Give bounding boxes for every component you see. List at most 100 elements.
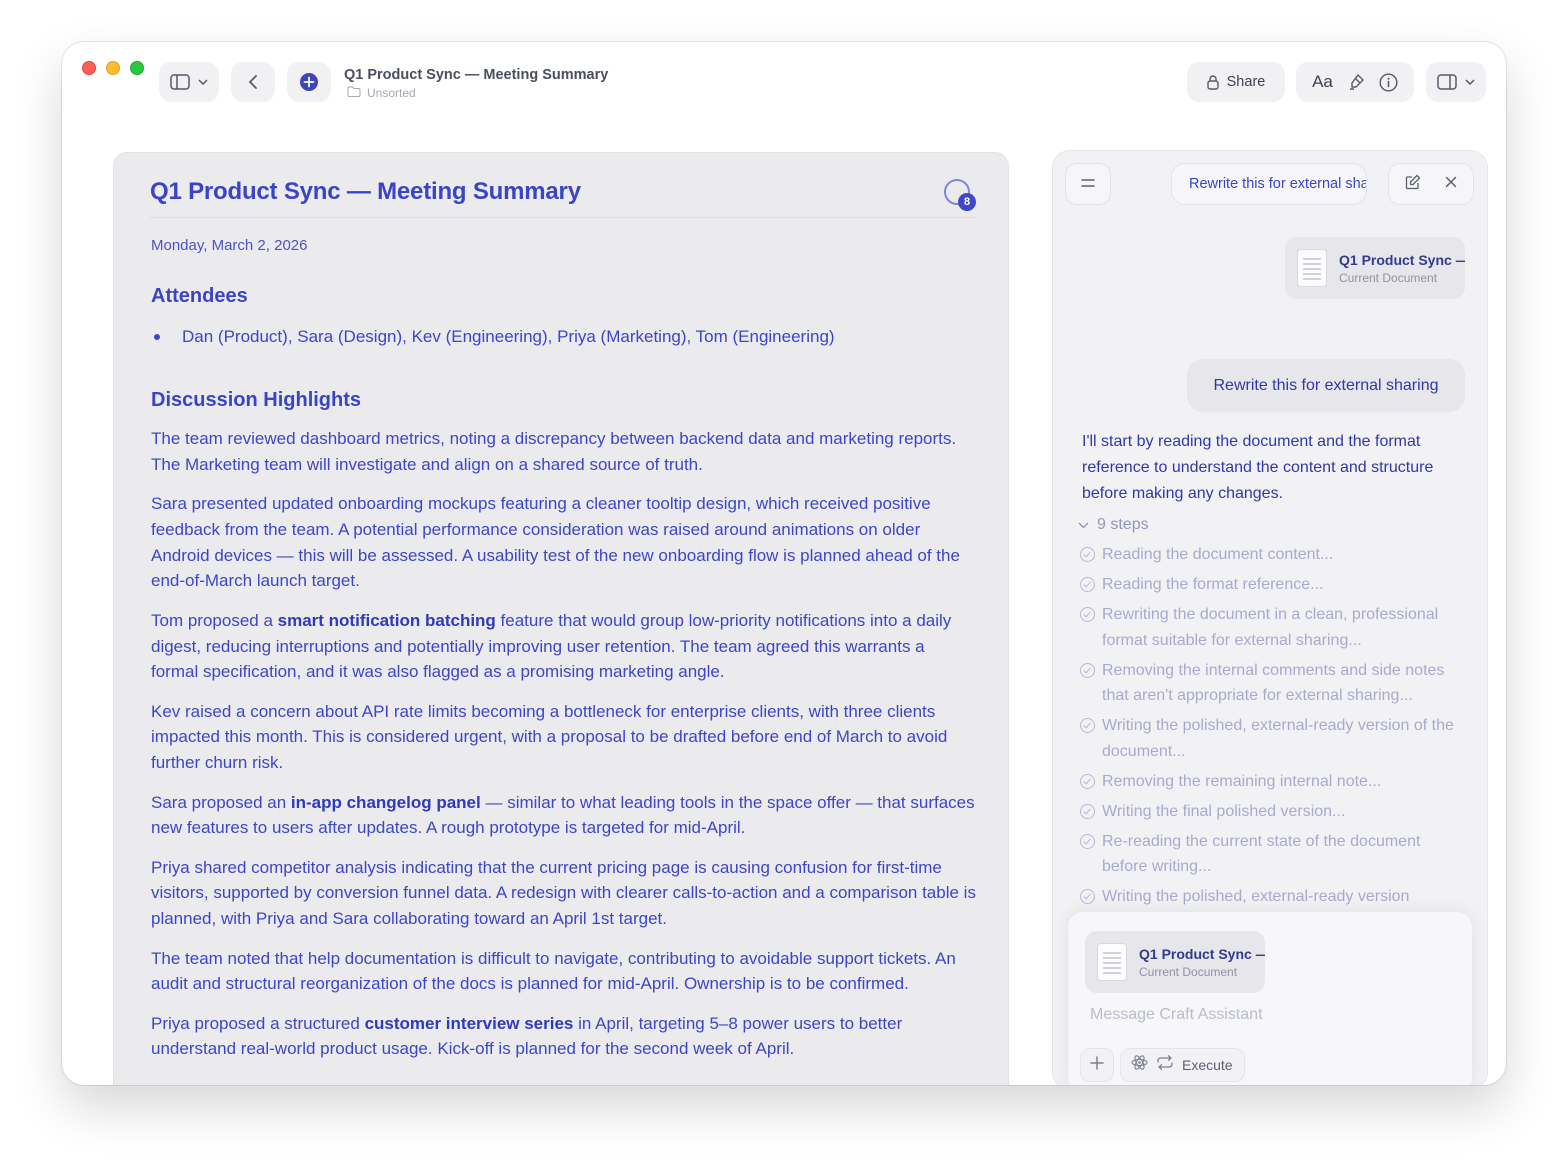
chevron-down-icon [1465, 79, 1475, 85]
close-window-button[interactable] [82, 61, 96, 75]
back-button[interactable] [231, 62, 275, 102]
check-circle-icon [1080, 773, 1095, 789]
context-document-label: Current Document [1339, 270, 1438, 285]
panel-actions [1388, 163, 1474, 205]
step-text: Writing the polished, external-ready ver… [1102, 888, 1410, 905]
document-thumbnail-icon [1097, 943, 1127, 981]
bold-phrase: in-app changelog panel [290, 792, 481, 812]
bullet-icon [154, 334, 160, 340]
chat-history-button[interactable] [1065, 163, 1111, 205]
window-title: Q1 Product Sync — Meeting Summary [344, 67, 609, 83]
paragraph-text: Tom proposed a [151, 610, 278, 630]
highlighter-icon[interactable] [1347, 73, 1365, 91]
document-title[interactable]: Q1 Product Sync — Meeting Summary [150, 178, 581, 206]
paragraph-text: Priya proposed a structured [151, 1013, 365, 1033]
step-item: Writing the polished, external-ready ver… [1079, 884, 1459, 910]
step-text: Removing the internal comments and side … [1102, 661, 1445, 705]
step-item: Writing the final polished version... [1079, 799, 1459, 825]
chevron-down-icon [1078, 516, 1089, 534]
attached-document-label: Current Document [1139, 964, 1238, 979]
attached-document-name: Q1 Product Sync — Meeting Summary [1139, 945, 1265, 962]
step-item: Re-reading the current state of the docu… [1079, 829, 1459, 880]
check-circle-icon [1080, 577, 1095, 592]
zoom-window-button[interactable] [130, 61, 144, 75]
paragraph: Sara presented updated onboarding mockup… [151, 494, 960, 591]
chat-title[interactable]: Rewrite this for external sharing [1171, 163, 1367, 205]
message-input[interactable]: Message Craft Assistant [1090, 1006, 1263, 1024]
format-toolbar-group: Aa [1296, 62, 1414, 102]
step-item: Writing the polished, external-ready ver… [1079, 713, 1459, 764]
paragraph: Priya proposed a structured customer int… [151, 1011, 976, 1063]
paragraph: Priya shared competitor analysis indicat… [151, 857, 976, 929]
document-editor[interactable]: Q1 Product Sync — Meeting Summary 8 Mond… [113, 152, 1009, 1085]
share-label: Share [1226, 74, 1266, 90]
chevron-left-icon [248, 74, 258, 90]
assistant-panel-toggle-button[interactable] [1426, 62, 1486, 102]
comment-count-badge: 8 [958, 193, 976, 211]
message-composer: Q1 Product Sync — Meeting Summary Curren… [1067, 911, 1473, 1085]
steps-toggle[interactable]: 9 steps [1078, 516, 1149, 534]
sidebar-toggle-button[interactable] [159, 62, 219, 102]
attached-document-chip[interactable]: Q1 Product Sync — Meeting Summary Curren… [1085, 931, 1265, 993]
steps-count: 9 steps [1097, 516, 1149, 533]
folder-icon [347, 86, 361, 100]
right-sidebar-icon [1437, 74, 1457, 90]
add-attachment-button[interactable] [1080, 1048, 1114, 1082]
bold-phrase: customer interview series [364, 1013, 574, 1033]
menu-icon [1081, 175, 1095, 193]
bold-phrase: smart notification batching [277, 610, 496, 630]
check-circle-icon [1080, 889, 1095, 904]
attendees-list-item: Dan (Product), Sara (Design), Kev (Engin… [151, 324, 976, 349]
paragraph: Kev raised a concern about API rate limi… [151, 701, 948, 773]
folder-label: Unsorted [367, 86, 416, 100]
user-message: Rewrite this for external sharing [1187, 359, 1465, 412]
step-item: Reading the format reference... [1079, 572, 1459, 598]
step-item: Removing the internal comments and side … [1079, 658, 1459, 709]
step-item: Rewriting the document in a clean, profe… [1079, 602, 1459, 653]
check-circle-icon [1080, 803, 1095, 819]
share-button[interactable]: Share [1187, 62, 1285, 102]
atom-icon [1131, 1054, 1148, 1076]
document-body[interactable]: Monday, March 2, 2026 Attendees Dan (Pro… [151, 237, 976, 1076]
meeting-date: Monday, March 2, 2026 [151, 237, 308, 254]
comments-button[interactable]: 8 [944, 179, 976, 211]
assistant-message: I'll start by reading the document and t… [1082, 433, 1434, 502]
step-text: Writing the final polished version... [1102, 802, 1346, 820]
repeat-icon [1156, 1055, 1174, 1075]
sidebar-icon [170, 74, 190, 90]
new-document-button[interactable] [287, 62, 331, 102]
folder-breadcrumb[interactable]: Unsorted [347, 86, 416, 100]
paragraph: Tom proposed a smart notification batchi… [151, 608, 976, 685]
check-circle-icon [1080, 718, 1095, 733]
step-text: Reading the format reference... [1102, 576, 1324, 593]
discussion-heading: Discussion Highlights [151, 389, 362, 411]
chevron-down-icon [198, 79, 208, 85]
step-text: Writing the polished, external-ready ver… [1102, 717, 1454, 760]
check-circle-icon [1080, 662, 1095, 678]
step-item: Reading the document content... [1079, 542, 1459, 568]
app-window: Q1 Product Sync — Meeting Summary Unsort… [62, 42, 1506, 1085]
step-text: Re-reading the current state of the docu… [1102, 832, 1421, 876]
step-text: Reading the document content... [1102, 546, 1334, 563]
context-document-chip[interactable]: Q1 Product Sync — Meeting Summary Curren… [1285, 237, 1465, 299]
step-text: Rewriting the document in a clean, profe… [1102, 606, 1439, 649]
info-icon[interactable] [1379, 72, 1398, 92]
execute-mode-button[interactable]: Execute [1120, 1048, 1245, 1082]
document-thumbnail-icon [1297, 249, 1327, 287]
plus-icon [1090, 1055, 1104, 1075]
minimize-window-button[interactable] [106, 61, 120, 75]
paragraph: The team noted that help documentation i… [151, 948, 956, 994]
steps-list: Reading the document content... Reading … [1079, 542, 1459, 914]
plus-circle-icon [299, 72, 319, 92]
new-chat-icon[interactable] [1405, 174, 1421, 195]
check-circle-icon [1080, 547, 1095, 562]
text-style-button[interactable]: Aa [1312, 72, 1333, 92]
close-icon[interactable] [1445, 175, 1457, 193]
context-document-name: Q1 Product Sync — Meeting Summary [1339, 251, 1465, 268]
lock-icon [1206, 74, 1219, 90]
attendees-text: Dan (Product), Sara (Design), Kev (Engin… [182, 327, 835, 346]
step-text: Removing the remaining internal note... [1102, 772, 1382, 790]
attendees-heading: Attendees [151, 285, 248, 307]
step-item: Removing the remaining internal note... [1079, 769, 1459, 795]
check-circle-icon [1080, 607, 1095, 622]
